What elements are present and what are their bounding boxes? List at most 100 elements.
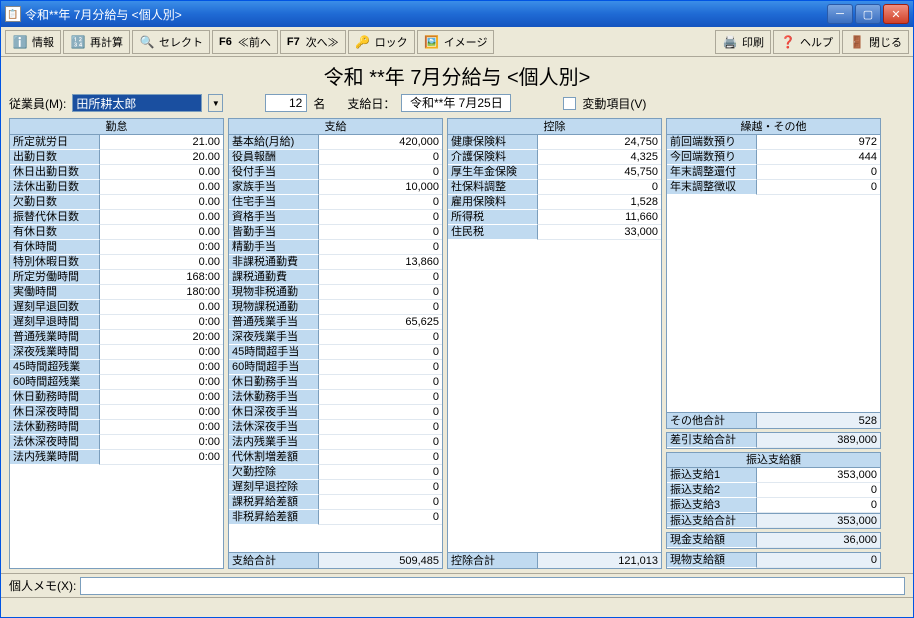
table-row: 普通残業手当65,625 xyxy=(229,315,442,330)
row-value[interactable]: 1,528 xyxy=(538,195,661,210)
image-button[interactable]: 🖼️イメージ xyxy=(417,30,495,54)
print-button[interactable]: 🖨️印刷 xyxy=(715,30,771,54)
row-label: 欠勤日数 xyxy=(10,195,100,210)
row-value[interactable]: 0 xyxy=(757,483,880,498)
transfer-panel: 振込支給額 振込支給1353,000振込支給20振込支給30 振込支給合計 35… xyxy=(666,452,881,529)
table-row: 基本給(月給)420,000 xyxy=(229,135,442,150)
row-value[interactable]: 20:00 xyxy=(100,330,223,345)
print-icon: 🖨️ xyxy=(722,34,738,50)
row-value[interactable]: 0:00 xyxy=(100,315,223,330)
row-value[interactable]: 0:00 xyxy=(100,390,223,405)
row-value[interactable]: 0 xyxy=(319,360,442,375)
carryover-header: 繰越・その他 xyxy=(667,119,880,135)
row-value[interactable]: 0 xyxy=(757,180,880,195)
image-icon: 🖼️ xyxy=(424,34,440,50)
row-value[interactable]: 0 xyxy=(319,240,442,255)
row-value[interactable]: 0.00 xyxy=(100,255,223,270)
close-app-button[interactable]: 🚪閉じる xyxy=(842,30,909,54)
row-label: 45時間超残業 xyxy=(10,360,100,375)
info-button[interactable]: ℹ️情報 xyxy=(5,30,61,54)
variable-checkbox[interactable] xyxy=(563,97,576,110)
row-value[interactable]: 444 xyxy=(757,150,880,165)
row-value[interactable]: 0.00 xyxy=(100,165,223,180)
row-value[interactable]: 0 xyxy=(319,225,442,240)
row-value[interactable]: 0 xyxy=(319,270,442,285)
table-row: 非課税通勤費13,860 xyxy=(229,255,442,270)
close-button[interactable]: ✕ xyxy=(883,4,909,24)
row-value[interactable]: 168:00 xyxy=(100,270,223,285)
toolbar: ℹ️情報 🔢再計算 🔍セレクト F6≪前へ F7次へ≫ 🔑ロック 🖼️イメージ … xyxy=(1,27,913,57)
next-button[interactable]: F7次へ≫ xyxy=(280,30,346,54)
row-value[interactable]: 972 xyxy=(757,135,880,150)
row-value[interactable]: 0 xyxy=(757,165,880,180)
row-value[interactable]: 0.00 xyxy=(100,225,223,240)
row-value[interactable]: 0 xyxy=(319,300,442,315)
row-label: 家族手当 xyxy=(229,180,319,195)
employee-dropdown-arrow[interactable]: ▼ xyxy=(208,94,223,112)
row-value[interactable]: 0.00 xyxy=(100,210,223,225)
memo-input[interactable] xyxy=(80,577,905,595)
row-value[interactable]: 0:00 xyxy=(100,360,223,375)
row-value[interactable]: 0:00 xyxy=(100,450,223,465)
variable-label: 変動項目(V) xyxy=(582,95,646,112)
row-value[interactable]: 0 xyxy=(319,510,442,525)
row-value[interactable]: 0 xyxy=(319,165,442,180)
prev-button[interactable]: F6≪前へ xyxy=(212,30,278,54)
row-value[interactable]: 180:00 xyxy=(100,285,223,300)
row-value[interactable]: 11,660 xyxy=(538,210,661,225)
row-value[interactable]: 21.00 xyxy=(100,135,223,150)
row-value[interactable]: 353,000 xyxy=(757,468,880,483)
row-value[interactable]: 0 xyxy=(757,498,880,513)
row-value[interactable]: 0 xyxy=(319,210,442,225)
row-value[interactable]: 0 xyxy=(538,180,661,195)
minimize-button[interactable]: ─ xyxy=(827,4,853,24)
other-total: 528 xyxy=(757,413,880,428)
row-value[interactable]: 0:00 xyxy=(100,345,223,360)
payment-total-label: 支給合計 xyxy=(229,553,319,568)
row-value[interactable]: 0.00 xyxy=(100,180,223,195)
row-value[interactable]: 0.00 xyxy=(100,300,223,315)
maximize-button[interactable]: ▢ xyxy=(855,4,881,24)
employee-select[interactable]: 田所耕太郎 xyxy=(72,94,202,112)
row-value[interactable]: 4,325 xyxy=(538,150,661,165)
row-value[interactable]: 0.00 xyxy=(100,195,223,210)
inkind-panel: 現物支給額 0 xyxy=(666,552,881,569)
table-row: 深夜残業時間0:00 xyxy=(10,345,223,360)
row-value[interactable]: 45,750 xyxy=(538,165,661,180)
statusbar xyxy=(1,597,913,617)
row-value[interactable]: 10,000 xyxy=(319,180,442,195)
row-value[interactable]: 0 xyxy=(319,195,442,210)
lock-button[interactable]: 🔑ロック xyxy=(348,30,415,54)
row-value[interactable]: 20.00 xyxy=(100,150,223,165)
row-value[interactable]: 33,000 xyxy=(538,225,661,240)
select-button[interactable]: 🔍セレクト xyxy=(132,30,210,54)
row-value[interactable]: 0 xyxy=(319,150,442,165)
row-value[interactable]: 0 xyxy=(319,390,442,405)
row-value[interactable]: 0:00 xyxy=(100,240,223,255)
row-value[interactable]: 13,860 xyxy=(319,255,442,270)
row-value[interactable]: 0:00 xyxy=(100,420,223,435)
row-value[interactable]: 0 xyxy=(319,465,442,480)
row-value[interactable]: 0 xyxy=(319,435,442,450)
row-value[interactable]: 0 xyxy=(319,420,442,435)
row-value[interactable]: 0:00 xyxy=(100,405,223,420)
help-button[interactable]: ❓ヘルプ xyxy=(773,30,840,54)
table-row: 遅刻早退時間0:00 xyxy=(10,315,223,330)
recalc-button[interactable]: 🔢再計算 xyxy=(63,30,130,54)
row-label: 年末調整徴収 xyxy=(667,180,757,195)
row-value[interactable]: 24,750 xyxy=(538,135,661,150)
row-value[interactable]: 0 xyxy=(319,480,442,495)
row-value[interactable]: 0 xyxy=(319,375,442,390)
row-value[interactable]: 0:00 xyxy=(100,435,223,450)
row-label: 実働時間 xyxy=(10,285,100,300)
row-value[interactable]: 0 xyxy=(319,285,442,300)
row-value[interactable]: 0 xyxy=(319,495,442,510)
row-value[interactable]: 0:00 xyxy=(100,375,223,390)
row-value[interactable]: 65,625 xyxy=(319,315,442,330)
row-value[interactable]: 0 xyxy=(319,405,442,420)
row-value[interactable]: 0 xyxy=(319,450,442,465)
row-value[interactable]: 0 xyxy=(319,330,442,345)
deduction-header: 控除 xyxy=(448,119,661,135)
row-value[interactable]: 420,000 xyxy=(319,135,442,150)
row-value[interactable]: 0 xyxy=(319,345,442,360)
